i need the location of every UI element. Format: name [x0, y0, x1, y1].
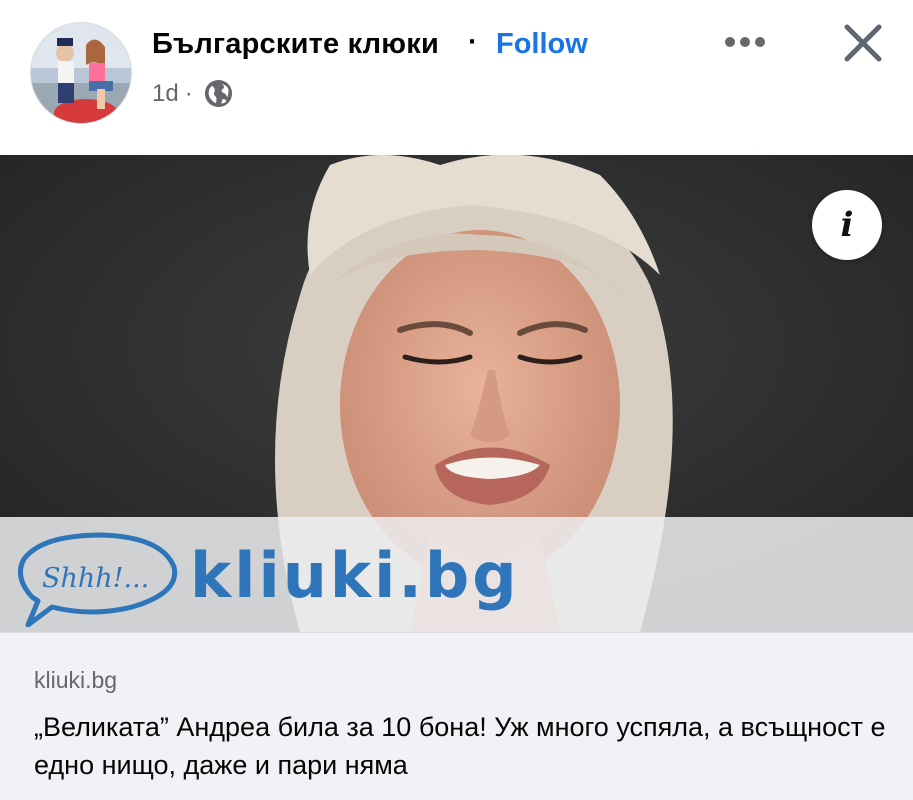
brand-banner: Shhh!... kliuki.bg [0, 517, 913, 632]
brand-logo-text: Shhh!... [42, 563, 149, 594]
link-domain: kliuki.bg [34, 667, 118, 693]
avatar-image [31, 23, 131, 123]
shhh-speech-bubble-logo: Shhh!... [17, 532, 178, 627]
info-icon: i [840, 205, 854, 245]
meta-separator: · [184, 79, 193, 107]
post-time[interactable]: 1d [152, 80, 179, 108]
post-header: Българските клюки · Follow 1d · [0, 0, 913, 155]
follow-button[interactable]: Follow [496, 28, 588, 61]
close-icon[interactable] [842, 22, 884, 64]
globe-icon [203, 78, 234, 109]
post-media[interactable]: i Shhh!... kliuki.bg [0, 155, 913, 632]
link-headline: „Великата” Андреа била за 10 бона! Уж мн… [34, 712, 886, 780]
name-separator: · [468, 26, 478, 58]
more-options-icon[interactable] [722, 26, 768, 58]
link-preview[interactable]: kliuki.bg „Великата” Андреа била за 10 б… [0, 632, 913, 800]
page-name[interactable]: Българските клюки [152, 28, 439, 61]
brand-text: kliuki.bg [190, 539, 520, 612]
info-button[interactable]: i [812, 190, 882, 260]
post-meta: 1d · [152, 78, 234, 109]
page-avatar[interactable] [30, 22, 132, 124]
